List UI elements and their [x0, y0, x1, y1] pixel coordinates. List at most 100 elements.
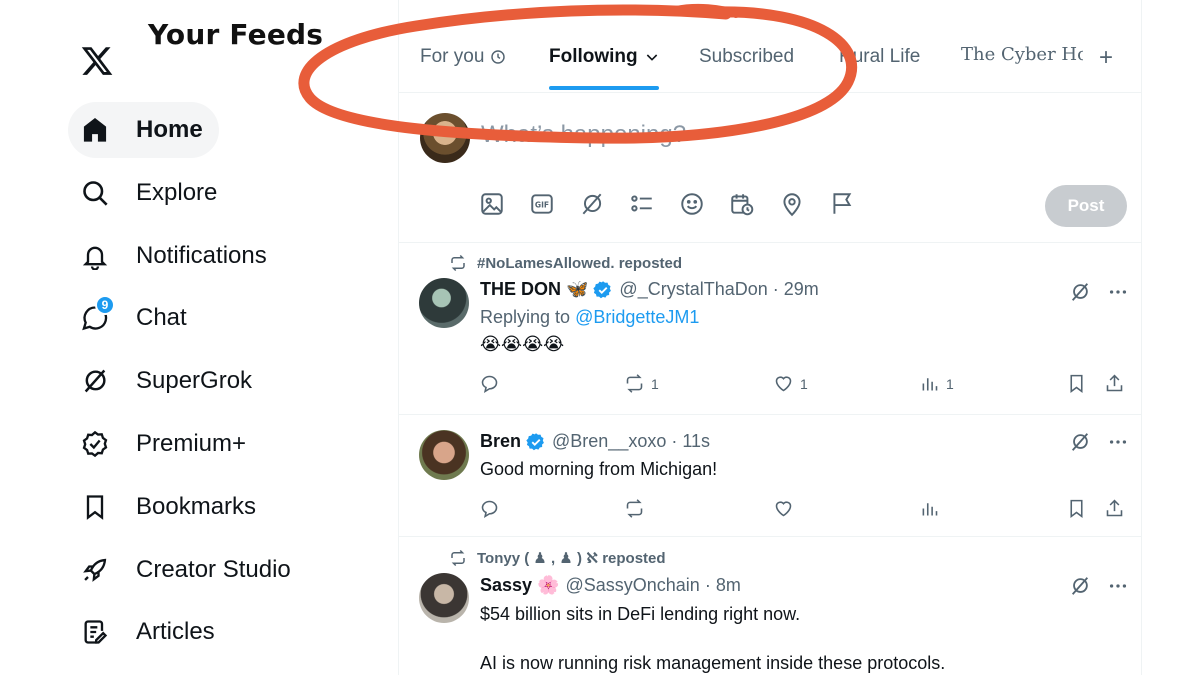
- sidebar-item-premium[interactable]: Premium+: [68, 416, 262, 472]
- grok-icon[interactable]: [1069, 575, 1091, 602]
- location-icon[interactable]: [779, 189, 829, 219]
- avatar[interactable]: [419, 430, 469, 480]
- avatar[interactable]: [420, 113, 470, 163]
- repost-button[interactable]: 1: [624, 373, 659, 394]
- article-icon: [80, 617, 110, 647]
- tab-subscribed[interactable]: Subscribed: [699, 46, 794, 68]
- reply-icon: [481, 375, 498, 393]
- compose-input[interactable]: What’s happening?: [481, 121, 686, 149]
- tab-the-cyber-ho[interactable]: The Cyber Ho: [961, 44, 1083, 65]
- emoji-icon[interactable]: [679, 189, 729, 219]
- sidebar-item-creator-studio[interactable]: Creator Studio: [68, 542, 307, 598]
- like-button[interactable]: 1: [773, 373, 808, 394]
- post-menu-group: [1069, 431, 1129, 458]
- annotation-title: Your Feeds: [148, 18, 324, 51]
- reply-mention[interactable]: @BridgetteJM1: [575, 307, 699, 327]
- grok-icon[interactable]: [579, 189, 629, 219]
- post-text: $54 billion sits in DeFi lending right n…: [480, 604, 801, 624]
- composer-toolbar: GIF: [479, 189, 879, 219]
- schedule-icon[interactable]: [729, 189, 779, 219]
- image-icon[interactable]: [479, 189, 529, 219]
- sidebar-item-notifications[interactable]: Notifications: [68, 228, 283, 284]
- post-menu-group: [1069, 281, 1129, 308]
- sidebar-item-label: SuperGrok: [136, 367, 253, 394]
- author-handle[interactable]: @SassyOnchain: [565, 575, 699, 596]
- grok-icon[interactable]: [1069, 281, 1091, 308]
- post-header: Sassy 🌸 @SassyOnchain · 8m: [480, 575, 741, 596]
- reply-button[interactable]: [479, 498, 500, 519]
- repost-icon: [626, 374, 643, 393]
- avatar[interactable]: [419, 278, 469, 328]
- reply-button[interactable]: [479, 373, 506, 394]
- tab-following[interactable]: Following: [549, 46, 660, 68]
- more-icon[interactable]: [1107, 431, 1129, 458]
- bookmark-icon: [1070, 374, 1083, 393]
- sidebar-item-supergrok[interactable]: SuperGrok: [68, 353, 268, 409]
- bookmark-button[interactable]: [1066, 373, 1087, 394]
- repost-button[interactable]: [624, 498, 645, 519]
- composer: What’s happening? GIF Post: [399, 93, 1141, 243]
- post[interactable]: Bren @Bren__xoxo · 11s Good morning from…: [399, 415, 1141, 537]
- post-time[interactable]: · 29m: [773, 279, 819, 300]
- avatar[interactable]: [419, 573, 469, 623]
- share-button[interactable]: [1104, 373, 1125, 394]
- grok-icon[interactable]: [1069, 431, 1091, 458]
- tab-for-you[interactable]: For you: [420, 46, 506, 68]
- views-button[interactable]: 1: [919, 373, 954, 394]
- home-icon: [80, 115, 110, 145]
- post-header: THE DON 🦋 @_CrystalThaDon · 29m: [480, 279, 819, 300]
- left-sidebar: Home Explore Notifications 9 Chat SuperG…: [0, 0, 398, 675]
- sidebar-item-articles[interactable]: Articles: [68, 604, 231, 660]
- tab-rural-life[interactable]: Rural Life: [839, 46, 920, 68]
- post-time[interactable]: · 8m: [705, 575, 741, 596]
- chat-icon: 9: [80, 295, 115, 333]
- flag-icon[interactable]: [829, 189, 879, 219]
- author-name[interactable]: Bren: [480, 431, 521, 452]
- repost-icon: [626, 499, 643, 518]
- views-button[interactable]: [919, 498, 940, 519]
- author-name[interactable]: Sassy: [480, 575, 532, 596]
- chat-badge: 9: [95, 295, 115, 315]
- sidebar-item-bookmarks[interactable]: Bookmarks: [68, 479, 272, 535]
- repost-label: Tonyy ( ♟ , ♟ ) ℵ reposted: [477, 550, 666, 567]
- author-handle[interactable]: @_CrystalThaDon: [619, 279, 767, 300]
- post[interactable]: Tonyy ( ♟ , ♟ ) ℵ reposted Sassy 🌸 @Sass…: [399, 537, 1141, 675]
- repost-indicator: #NoLamesAllowed. reposted: [449, 254, 682, 272]
- post-actions: [479, 498, 1129, 524]
- svg-text:GIF: GIF: [535, 200, 549, 209]
- sidebar-item-label: Chat: [136, 304, 187, 331]
- x-logo-icon[interactable]: [80, 44, 114, 78]
- heart-icon: [775, 376, 792, 392]
- rocket-icon: [80, 555, 110, 585]
- tab-label: Subscribed: [699, 46, 795, 67]
- repost-label: #NoLamesAllowed. reposted: [477, 254, 683, 272]
- sidebar-item-home[interactable]: Home: [68, 102, 219, 158]
- analytics-icon: [922, 503, 938, 516]
- add-tab-button[interactable]: +: [1099, 44, 1113, 72]
- poll-icon[interactable]: [629, 189, 679, 219]
- post-button[interactable]: Post: [1045, 185, 1127, 227]
- more-icon[interactable]: [1107, 575, 1129, 602]
- author-name[interactable]: THE DON: [480, 279, 561, 300]
- gif-icon[interactable]: GIF: [529, 189, 579, 219]
- clock-icon: [490, 49, 506, 65]
- more-icon[interactable]: [1107, 281, 1129, 308]
- reply-icon: [481, 500, 498, 518]
- bookmark-button[interactable]: [1066, 498, 1087, 519]
- sidebar-item-label: Articles: [136, 618, 215, 645]
- reply-prefix: Replying to: [480, 307, 571, 327]
- author-handle[interactable]: @Bren__xoxo: [552, 431, 666, 452]
- share-button[interactable]: [1104, 498, 1125, 519]
- premium-icon: [80, 429, 110, 459]
- post-menu-group: [1069, 575, 1129, 602]
- repost-icon: [451, 549, 465, 567]
- reply-context: Replying to @BridgetteJM1: [480, 307, 699, 328]
- grok-icon: [80, 366, 110, 396]
- sidebar-item-chat[interactable]: 9 Chat: [68, 290, 203, 346]
- like-button[interactable]: [773, 498, 794, 519]
- sidebar-item-explore[interactable]: Explore: [68, 165, 233, 221]
- tab-label: Rural Life: [839, 46, 921, 67]
- post-time[interactable]: · 11s: [671, 431, 710, 452]
- tab-label: The Cyber Ho: [961, 44, 1083, 65]
- post[interactable]: #NoLamesAllowed. reposted THE DON 🦋 @_Cr…: [399, 243, 1141, 415]
